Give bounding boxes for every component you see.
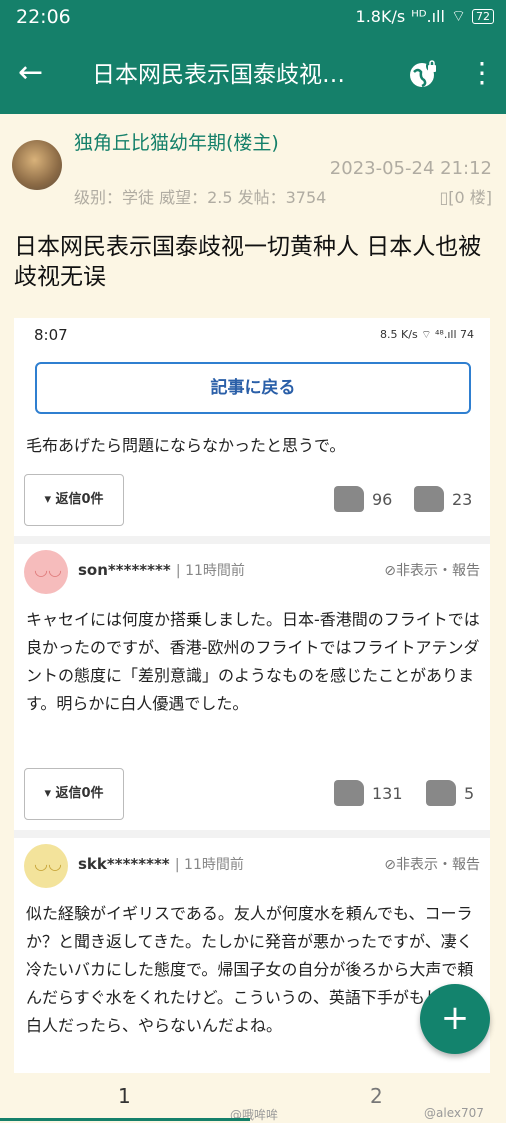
status-icons: 1.8K/s ᴴᴰ.ıll ⌔ 72 — [356, 6, 494, 26]
active-page-indicator — [0, 1118, 250, 1121]
reply-button[interactable]: ▾ 返信0件 — [24, 474, 124, 526]
comment-text: キャセイには何度か搭乗しました。日本-香港間のフライトでは良かったのですが、香港… — [26, 610, 480, 713]
hide-report-link[interactable]: ⊘非表示・報告 — [384, 560, 480, 580]
post-title: 日本网民表示国泰歧视一切黄种人 日本人也被歧视无误 — [14, 234, 482, 290]
user-avatar-icon: ◡◡ — [24, 550, 68, 594]
like-count: 96 — [372, 489, 393, 509]
app-bar: ← 日本网民表示国泰歧视… ⋮ — [0, 36, 506, 114]
post-date: 2023-05-24 21:12 — [329, 158, 492, 179]
screenshot-status-icons: 8.5 K/s ⌔ ⁴⁸.ıll 74 — [380, 328, 474, 341]
page-tabs: 1 2 @哦哞哞 @alex707 — [0, 1078, 506, 1122]
comment-time: | 11時間前 — [175, 563, 245, 579]
username: son******** — [78, 561, 171, 579]
dislike-button[interactable]: 5 — [426, 780, 474, 806]
floor-number: ▯[0 楼] — [439, 188, 492, 207]
status-time: 22:06 — [16, 6, 71, 28]
embedded-screenshot[interactable]: 8:07 8.5 K/s ⌔ ⁴⁸.ıll 74 記事に戻る 毛布あげたら問題に… — [14, 318, 490, 1073]
more-options-icon[interactable]: ⋮ — [468, 56, 496, 90]
wifi-icon: ⌔ — [450, 6, 466, 25]
back-arrow-icon[interactable]: ← — [18, 56, 43, 90]
watermark: @alex707 — [424, 1106, 484, 1120]
dislike-count: 23 — [452, 489, 473, 509]
user-avatar-icon: ◡◡ — [24, 844, 68, 888]
thumbs-up-icon — [334, 486, 364, 512]
page-title: 日本网民表示国泰歧视… — [92, 62, 345, 88]
like-count: 131 — [372, 783, 403, 803]
comment-username[interactable]: son******** | 11時間前 — [78, 560, 245, 580]
divider — [14, 536, 490, 544]
like-button[interactable]: 131 — [334, 780, 403, 806]
username: skk******** — [78, 855, 170, 873]
status-bar: 22:06 1.8K/s ᴴᴰ.ıll ⌔ 72 — [0, 0, 506, 36]
thumbs-down-icon — [414, 486, 444, 512]
back-to-article-button[interactable]: 記事に戻る — [35, 362, 471, 414]
battery-icon: 72 — [472, 8, 494, 24]
add-reply-fab[interactable]: + — [420, 984, 490, 1054]
comment-text: 毛布あげたら問題にならなかったと思うで。 — [26, 436, 346, 455]
page-tab-2[interactable]: 2 — [370, 1084, 383, 1108]
author-name[interactable]: 独角丘比猫幼年期(楼主) — [74, 130, 284, 156]
thumbs-down-icon — [426, 780, 456, 806]
reply-button[interactable]: ▾ 返信0件 — [24, 768, 124, 820]
author-stats: 级别：学徒 威望：2.5 发帖：3754 — [74, 188, 327, 207]
comment-time: | 11時間前 — [174, 857, 244, 873]
dislike-button[interactable]: 23 — [414, 486, 472, 512]
screenshot-time: 8:07 — [34, 326, 68, 344]
thumbs-up-icon — [334, 780, 364, 806]
like-button[interactable]: 96 — [334, 486, 392, 512]
dislike-count: 5 — [464, 783, 475, 803]
page-tab-1[interactable]: 1 — [118, 1084, 131, 1108]
comment-username[interactable]: skk******** | 11時間前 — [78, 854, 244, 874]
globe-lock-icon[interactable] — [408, 58, 440, 90]
comment-text: 似た経験がイギリスである。友人が何度水を頼んでも、コーラか？と聞き返してきた。た… — [26, 904, 474, 1035]
avatar[interactable] — [12, 140, 62, 190]
signal-icon: ᴴᴰ.ıll — [411, 6, 445, 26]
network-speed: 1.8K/s — [355, 6, 406, 26]
divider — [14, 830, 490, 838]
hide-report-link[interactable]: ⊘非表示・報告 — [384, 854, 480, 874]
